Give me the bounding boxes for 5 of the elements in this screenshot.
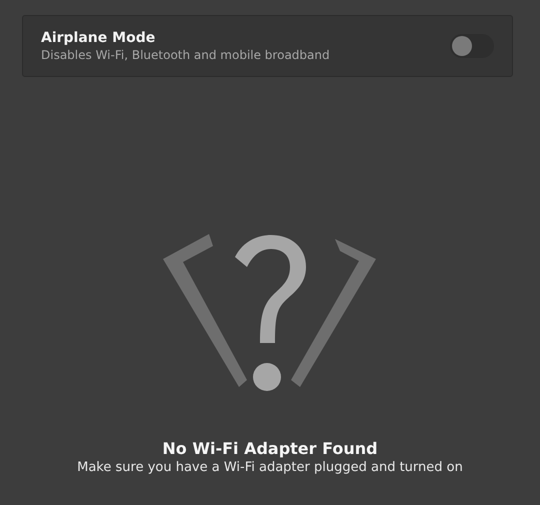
empty-state-message: Make sure you have a Wi-Fi adapter plugged and turned on <box>77 459 463 477</box>
airplane-mode-title: Airplane Mode <box>41 29 156 47</box>
airplane-mode-switch[interactable] <box>450 34 494 58</box>
empty-state-title: No Wi-Fi Adapter Found <box>162 439 378 459</box>
airplane-mode-description: Disables Wi-Fi, Bluetooth and mobile broadband <box>41 47 330 63</box>
